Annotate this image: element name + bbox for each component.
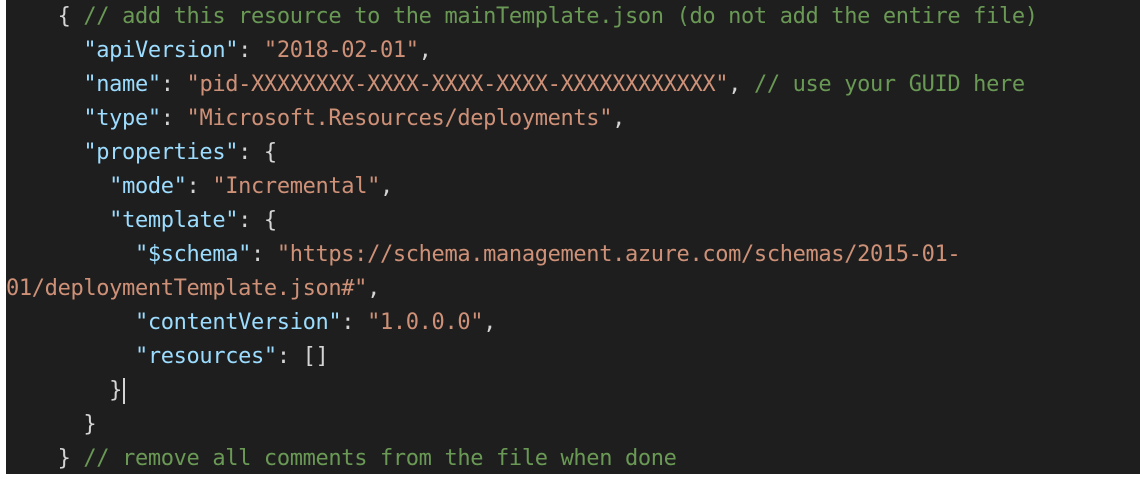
code-line-2: "apiVersion": "2018-02-01",: [6, 34, 432, 68]
code-line-12: }: [6, 374, 126, 408]
json-key: "mode": [109, 174, 187, 199]
separator: :: [238, 38, 264, 63]
json-string-value: 01/deploymentTemplate.json#": [6, 276, 368, 301]
comment: // remove all comments from the file whe…: [83, 446, 677, 471]
separator: :: [160, 72, 187, 97]
json-key: "$schema": [134, 242, 252, 267]
separator: :: [160, 106, 187, 131]
comment: // use your GUID here: [753, 72, 1025, 97]
separator: :: [186, 174, 213, 199]
code-line-7: "template": {: [6, 204, 277, 238]
separator: : {: [238, 208, 277, 233]
code-line-9: 01/deploymentTemplate.json#",: [6, 272, 380, 306]
comma: ,: [728, 72, 754, 97]
json-key: "apiVersion": [83, 38, 239, 63]
json-key: "properties": [83, 140, 239, 165]
code-line-11: "resources": []: [6, 340, 329, 374]
json-key: "contentVersion": [134, 310, 342, 335]
json-string-value: "1.0.0.0": [367, 310, 484, 335]
code-line-1: { // add this resource to the mainTempla…: [6, 0, 1038, 34]
json-string-value: "pid-XXXXXXXX-XXXX-XXXX-XXXX-XXXXXXXXXXX…: [186, 72, 729, 97]
code-line-10: "contentVersion": "1.0.0.0",: [6, 306, 496, 340]
code-line-14: } // remove all comments from the file w…: [6, 442, 677, 474]
comma: ,: [418, 38, 432, 63]
comment: // add this resource to the mainTemplate…: [83, 4, 1038, 29]
json-string-value: "https://schema.management.azure.com/sch…: [276, 242, 961, 267]
json-string-value: "Microsoft.Resources/deployments": [186, 106, 613, 131]
comma: ,: [367, 276, 380, 301]
separator: :: [341, 310, 368, 335]
code-line-8: "$schema": "https://schema.management.az…: [6, 238, 961, 272]
code-line-3: "name": "pid-XXXXXXXX-XXXX-XXXX-XXXX-XXX…: [6, 68, 1025, 102]
separator: :: [251, 242, 277, 267]
code-line-4: "type": "Microsoft.Resources/deployments…: [6, 102, 625, 136]
comma: ,: [483, 310, 497, 335]
open-brace: {: [57, 4, 84, 29]
separator: : []: [276, 344, 329, 369]
close-brace: }: [57, 446, 84, 471]
code-line-13: }: [6, 408, 96, 442]
json-string-value: "2018-02-01": [263, 38, 419, 63]
json-key: "resources": [134, 344, 277, 369]
comma: ,: [612, 106, 625, 131]
close-brace: }: [83, 412, 97, 437]
text-cursor: [123, 378, 126, 404]
json-string-value: "Incremental": [212, 174, 380, 199]
comma: ,: [379, 174, 393, 199]
code-line-5: "properties": {: [6, 136, 277, 170]
close-brace: }: [109, 378, 123, 403]
json-key: "name": [83, 72, 161, 97]
json-key: "type": [83, 106, 161, 131]
code-line-6: "mode": "Incremental",: [6, 170, 393, 204]
json-key: "template": [109, 208, 239, 233]
separator: : {: [238, 140, 277, 165]
code-editor[interactable]: { // add this resource to the mainTempla…: [6, 0, 1140, 474]
